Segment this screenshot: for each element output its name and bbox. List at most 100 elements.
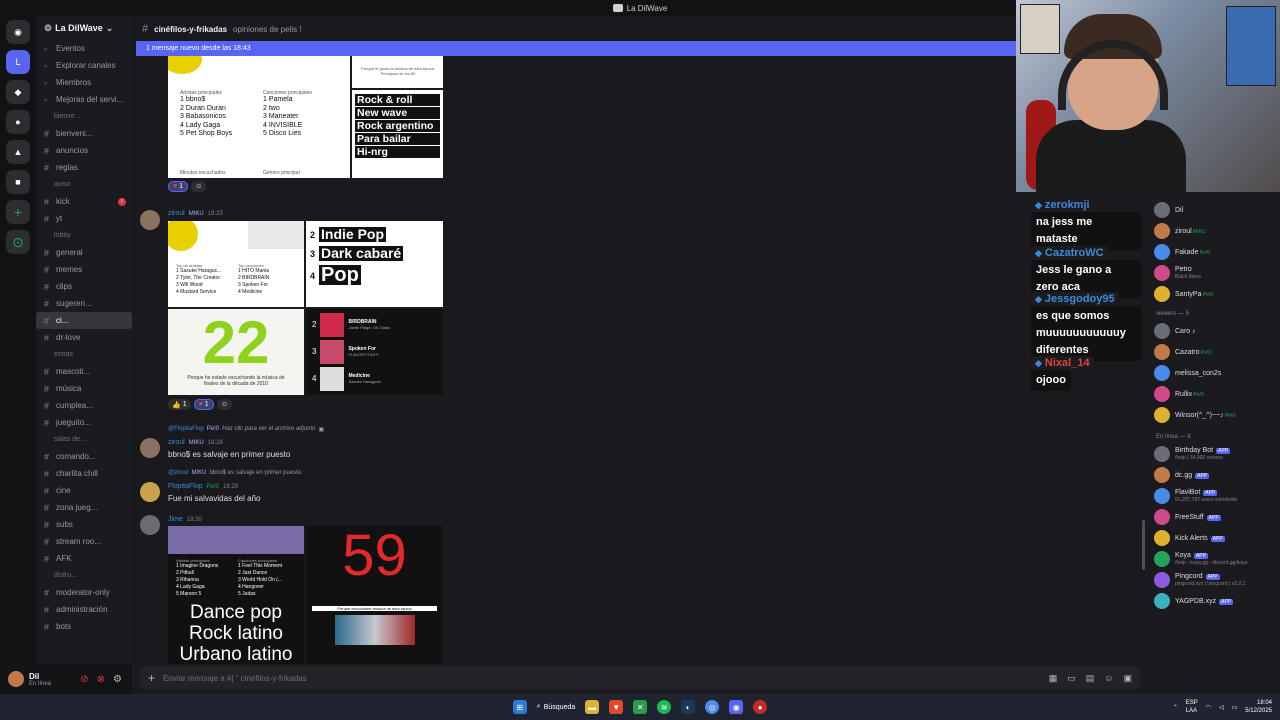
channel-item[interactable]: # comando... bbox=[36, 448, 132, 465]
brave-browser-icon[interactable]: ▼ bbox=[609, 700, 624, 714]
channel-item[interactable]: # cumplea... bbox=[36, 397, 132, 414]
steam-icon[interactable]: ◐ bbox=[681, 700, 696, 714]
plus-icon[interactable]: + bbox=[148, 671, 155, 685]
channel-item[interactable]: # subs bbox=[36, 516, 132, 533]
wrapped-card-top-list[interactable]: Artistas principales 1 Imagine Dragons 2 … bbox=[168, 526, 304, 664]
channel-item[interactable]: # dr-love bbox=[36, 329, 132, 346]
avatar[interactable] bbox=[140, 438, 160, 458]
channel-category[interactable]: extras bbox=[36, 346, 132, 363]
author-name[interactable]: ziroul bbox=[168, 210, 185, 217]
file-explorer-icon[interactable]: ▬ bbox=[585, 700, 600, 714]
channel-item[interactable]: # mascoti... bbox=[36, 363, 132, 380]
add-reaction-button[interactable]: ☺ bbox=[216, 399, 232, 410]
discord-icon[interactable]: ◉ bbox=[729, 700, 744, 714]
scrollbar[interactable] bbox=[1142, 520, 1145, 570]
wrapped-card-tracks[interactable]: 2 BIRDBRAIN Jamie Paige, OK Glass 3 Spoken F… bbox=[306, 309, 443, 395]
clock[interactable]: 18:04 5/12/2025 bbox=[1245, 699, 1272, 715]
member-item[interactable]: Winsor(^_^)~~♪ Pe!0 bbox=[1154, 407, 1235, 423]
member-item[interactable]: Caro ♪ bbox=[1154, 323, 1196, 339]
emoji-icon[interactable]: ☺ bbox=[1104, 673, 1113, 684]
new-messages-bar[interactable]: 1 mensaje nuevo desde las 18:43 bbox=[136, 41, 1016, 56]
member-item[interactable]: YAGPDB.xyz APP bbox=[1154, 593, 1234, 609]
volume-icon[interactable]: ◁ bbox=[1219, 704, 1224, 711]
wrapped-card-genres[interactable]: 2 Indie Pop 3 Dark cabaré 4 Pop bbox=[306, 221, 443, 307]
channel-item[interactable]: # general bbox=[36, 244, 132, 261]
explore-servers-icon[interactable]: ⊙ bbox=[6, 230, 30, 254]
channel-item[interactable]: # sugeren... bbox=[36, 295, 132, 312]
channel-item[interactable]: # yt bbox=[36, 210, 132, 227]
channel-item[interactable]: # charlita chill bbox=[36, 465, 132, 482]
author-name[interactable]: Jime bbox=[168, 516, 183, 523]
channel-item[interactable]: # anuncios bbox=[36, 142, 132, 159]
message-input-placeholder[interactable]: Enviar mensaje a #| ˚ cinéfilos-y-frikad… bbox=[163, 674, 307, 683]
member-item[interactable]: Koya APP/help - koya.gg - discord.gg/koya bbox=[1154, 551, 1247, 567]
channel-category[interactable]: aviso bbox=[36, 176, 132, 193]
channel-item[interactable]: # jueguito... bbox=[36, 414, 132, 431]
server-icon[interactable]: ▲ bbox=[6, 140, 30, 164]
message-input[interactable]: + Enviar mensaje a #| ˚ cinéfilos-y-frik… bbox=[140, 667, 1140, 689]
wifi-icon[interactable]: ◠ bbox=[1206, 704, 1211, 711]
channel-item[interactable]: ◦ Explorar canales bbox=[36, 57, 132, 74]
member-item[interactable]: Fakade Pe!0 bbox=[1154, 244, 1210, 260]
channel-item[interactable]: # cine bbox=[36, 482, 132, 499]
server-icon[interactable]: ◆ bbox=[6, 80, 30, 104]
channel-item[interactable]: # música bbox=[36, 380, 132, 397]
add-reaction-button[interactable]: ☺ bbox=[191, 181, 207, 192]
member-item[interactable]: SantyPa Pe!0 bbox=[1154, 286, 1213, 302]
channel-item[interactable]: # memes bbox=[36, 261, 132, 278]
chrome-icon[interactable]: ◎ bbox=[705, 700, 720, 714]
wrapped-card-number[interactable]: 59 Porque escuchaste música de esta époc… bbox=[306, 526, 443, 664]
channel-item[interactable]: # bienveni... bbox=[36, 125, 132, 142]
channel-category[interactable]: lobby bbox=[36, 227, 132, 244]
server-name-header[interactable]: ⚙ La DilWave ⌄ bbox=[36, 16, 132, 40]
server-icon[interactable]: ● bbox=[6, 110, 30, 134]
mic-muted-icon[interactable]: ⊘ bbox=[80, 674, 88, 685]
channel-item[interactable]: # stream roo... bbox=[36, 533, 132, 550]
member-item[interactable]: Cazatro Pe!0 bbox=[1154, 344, 1211, 360]
channel-item[interactable]: # moderator-only bbox=[36, 584, 132, 601]
server-icon-ladilwave[interactable]: L bbox=[6, 50, 30, 74]
member-item[interactable]: Rullix Pe!0 bbox=[1154, 386, 1204, 402]
channel-item[interactable]: ◦ Eventos bbox=[36, 40, 132, 57]
reaction-thumbs[interactable]: 👍 1 bbox=[168, 399, 191, 410]
member-item[interactable]: Kick Alerts APP bbox=[1154, 530, 1225, 546]
avatar[interactable] bbox=[140, 482, 160, 502]
gift-icon[interactable]: ▦ bbox=[1049, 673, 1058, 684]
author-name[interactable]: ziroul bbox=[168, 439, 185, 446]
wrapped-card-era[interactable]: Porque te gustó la música de esta época.… bbox=[352, 56, 443, 88]
channel-item[interactable]: # zona jueg... bbox=[36, 499, 132, 516]
author-name[interactable]: FlopitaFlop bbox=[168, 483, 203, 490]
spotify-icon[interactable]: ≋ bbox=[657, 700, 672, 714]
battery-icon[interactable]: ▭ bbox=[1232, 704, 1238, 711]
chevron-up-icon[interactable]: ⌃ bbox=[1173, 704, 1178, 711]
wrapped-card-top-list[interactable]: Artistas principales 1 bbno$ 2 Duran Dura… bbox=[168, 56, 350, 178]
reaction-heart[interactable]: ♥ 1 bbox=[168, 181, 189, 192]
headphones-muted-icon[interactable]: ⊗ bbox=[97, 674, 105, 685]
member-item[interactable]: ziroul MIKU bbox=[1154, 223, 1206, 239]
apps-icon[interactable]: ▣ bbox=[1123, 673, 1132, 684]
windows-start-icon[interactable]: ⊞ bbox=[512, 700, 527, 714]
channel-item[interactable]: # reglas bbox=[36, 159, 132, 176]
channel-item[interactable]: # clips bbox=[36, 278, 132, 295]
member-item[interactable]: Petro Black Mesa bbox=[1154, 265, 1201, 281]
member-item[interactable]: Pingcord APP pingcord.xyz | !pingcord | v2… bbox=[1154, 572, 1245, 588]
member-item[interactable]: dc.gg APP bbox=[1154, 467, 1210, 483]
channel-category[interactable]: disfru... bbox=[36, 567, 132, 584]
channel-item[interactable]: # ci... bbox=[36, 312, 132, 329]
wrapped-card-top-list[interactable]: Top de artistas 1 Sasuke Haraguc... 2 Tyl… bbox=[168, 221, 304, 307]
gif-icon[interactable]: ▭ bbox=[1067, 673, 1076, 684]
taskbar-search[interactable]: ⌕ Búsqueda bbox=[537, 703, 575, 711]
channel-item[interactable]: ◦ Mejoras del servi... bbox=[36, 91, 132, 108]
sticker-icon[interactable]: ▤ bbox=[1086, 673, 1095, 684]
member-item[interactable]: Birthday Bot APP/help | 34,992 servers bbox=[1154, 446, 1231, 462]
avatar[interactable] bbox=[140, 515, 160, 535]
avatar[interactable] bbox=[8, 671, 24, 687]
server-icon[interactable]: ■ bbox=[6, 170, 30, 194]
language-indicator[interactable]: ESP LAA bbox=[1186, 699, 1198, 715]
gear-icon[interactable]: ⚙ bbox=[113, 674, 122, 685]
channel-item[interactable]: # administración bbox=[36, 601, 132, 618]
reply-preview[interactable]: @FlopitaFlop Pe!0 Haz clic para ver el arc… bbox=[168, 426, 324, 433]
channel-item[interactable]: ◦ Miembros bbox=[36, 74, 132, 91]
member-item[interactable]: melissa_con2s bbox=[1154, 365, 1221, 381]
member-item[interactable]: FlaviBot APP 91,207,797 users worldwide bbox=[1154, 488, 1237, 504]
